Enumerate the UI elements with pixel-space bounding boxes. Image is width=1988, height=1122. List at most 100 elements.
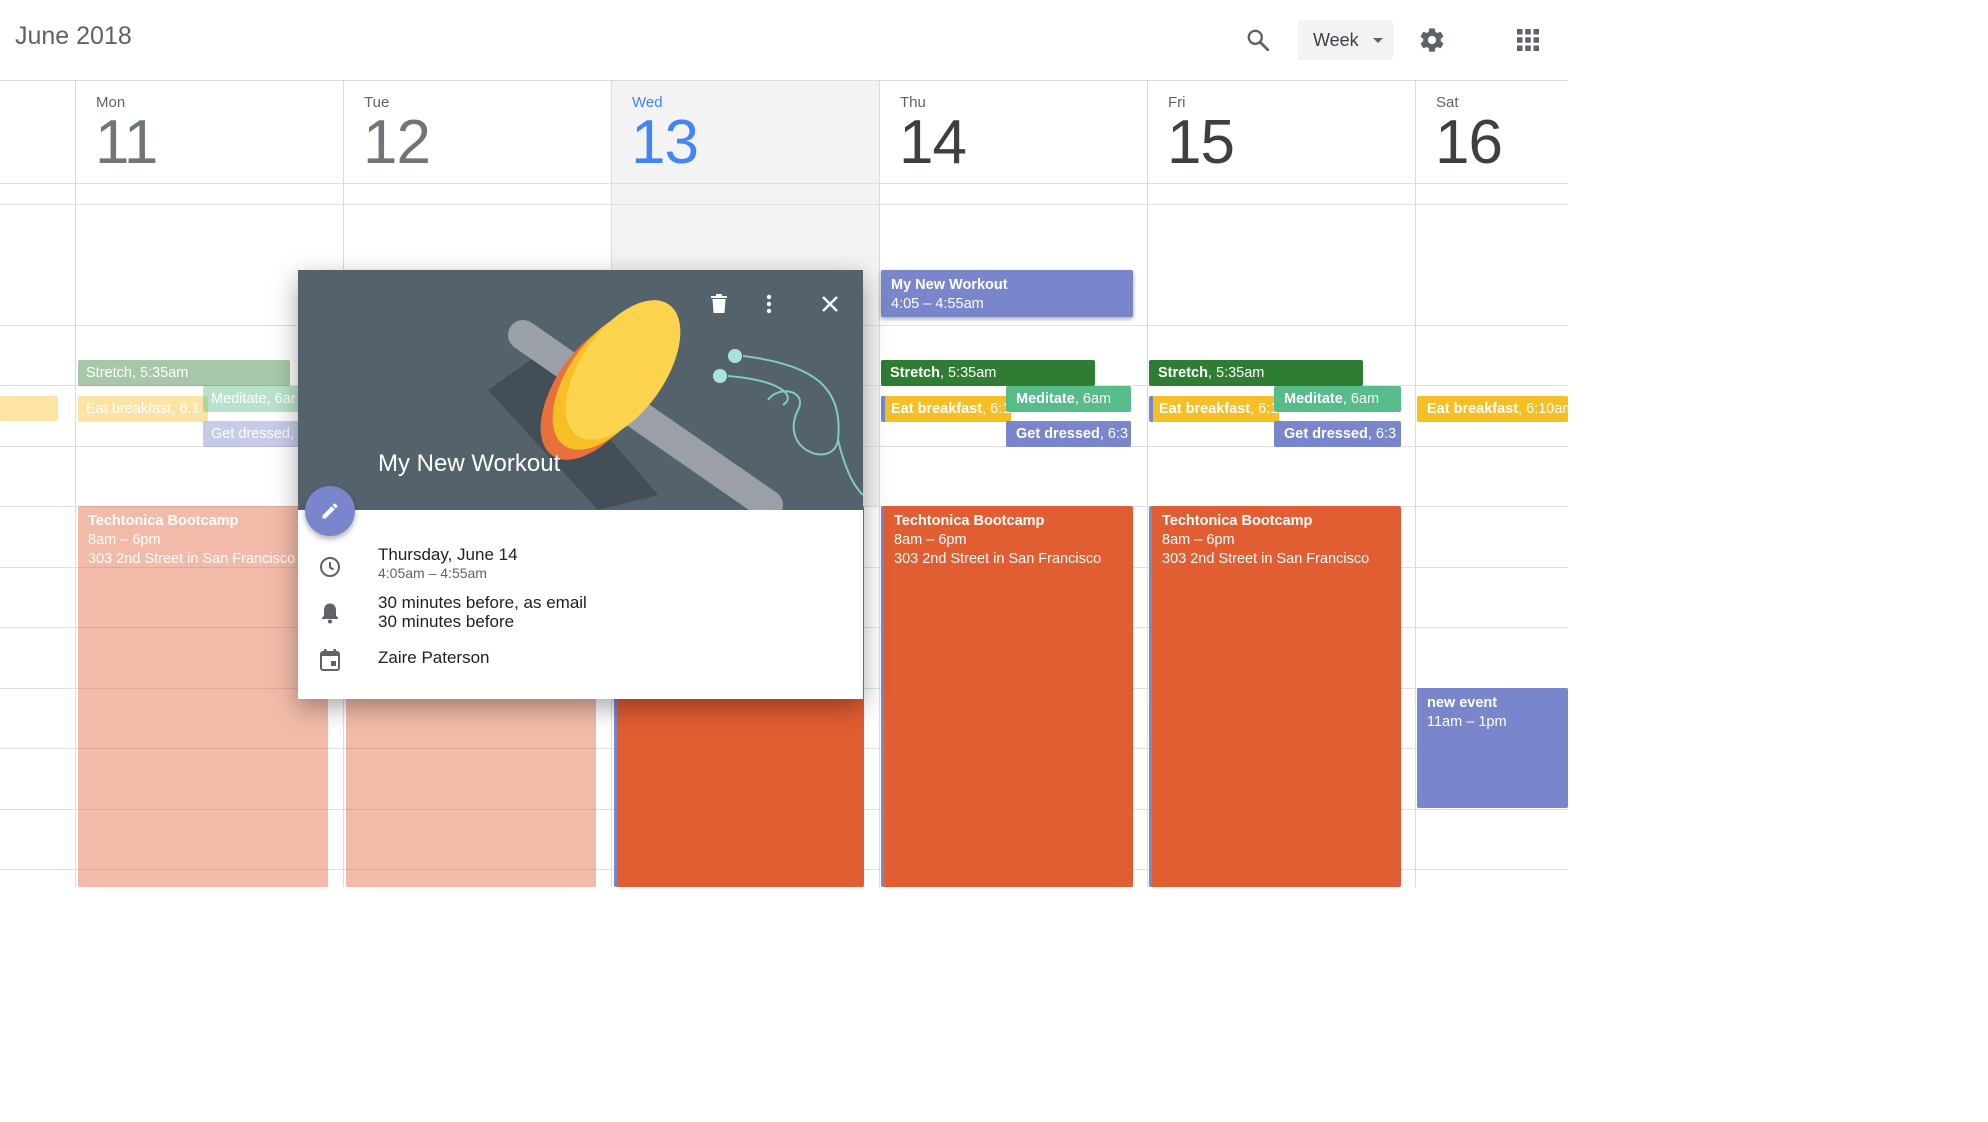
calendar-icon xyxy=(318,648,342,672)
search-button[interactable] xyxy=(1238,20,1278,60)
event-time: , 6:1 xyxy=(171,401,200,417)
event-time: , 6:10am xyxy=(1518,401,1568,417)
day-number: 13 xyxy=(631,108,699,177)
clock-icon xyxy=(318,555,342,579)
event-meditate-mon[interactable]: Meditate, 6ar xyxy=(203,386,303,412)
event-time: 8am – 6pm xyxy=(88,532,161,548)
event-chip-sunday[interactable] xyxy=(0,396,58,421)
event-time: 4:05 – 4:55am xyxy=(891,296,984,312)
event-time: 8am – 6pm xyxy=(894,532,967,548)
reminders-row: 30 minutes before, as email 30 minutes b… xyxy=(298,593,863,633)
event-time-range: 4:05am – 4:55am xyxy=(378,565,487,581)
day-number: 14 xyxy=(899,108,967,177)
event-time: , 6:3 xyxy=(1099,426,1129,442)
hour-line xyxy=(0,204,1568,205)
more-vert-icon xyxy=(766,294,772,314)
event-hero-image: My New Workout xyxy=(298,270,863,510)
day-number: 12 xyxy=(363,108,431,177)
event-detail-popup: My New Workout Thursday, June 14 4:05am … xyxy=(298,270,863,699)
gear-icon xyxy=(1420,28,1444,52)
day-header-thu[interactable]: Thu 14 xyxy=(879,81,1147,183)
day-number: 11 xyxy=(95,108,158,177)
event-title: Get dressed xyxy=(1016,426,1100,442)
delete-icon xyxy=(711,294,727,313)
event-location: 303 2nd Street in San Francisco xyxy=(88,551,296,567)
event-title: new event xyxy=(1427,695,1498,711)
edit-event-button[interactable] xyxy=(305,486,355,536)
event-time: , 5:35am xyxy=(131,365,189,381)
event-time: , 6am xyxy=(1074,391,1112,407)
event-bootcamp-fri[interactable]: Techtonica Bootcamp 8am – 6pm 303 2nd St… xyxy=(1149,506,1401,887)
top-app-bar: June 2018 Week xyxy=(0,0,1568,81)
hour-line xyxy=(0,183,1568,184)
chevron-down-icon xyxy=(1373,38,1383,43)
event-bootcamp-mon[interactable]: Techtonica Bootcamp 8am – 6pm 303 2nd St… xyxy=(78,506,328,887)
event-breakfast-fri[interactable]: Eat breakfast, 6:1 xyxy=(1149,396,1279,422)
event-breakfast-mon[interactable]: Eat breakfast, 6:1 xyxy=(78,396,208,422)
event-time: , 6am xyxy=(1342,391,1380,407)
event-breakfast-sat[interactable]: Eat breakfast, 6:10am xyxy=(1417,396,1568,422)
event-dressed-fri[interactable]: Get dressed, 6:3 xyxy=(1274,421,1401,447)
event-workout-thu[interactable]: My New Workout 4:05 – 4:55am xyxy=(881,270,1133,317)
event-title: Stretch xyxy=(1158,365,1208,381)
month-title: June 2018 xyxy=(15,22,132,50)
bell-icon xyxy=(318,601,342,625)
calendar-owner-row: Zaire Paterson xyxy=(298,646,863,672)
event-date-block: Thursday, June 14 4:05am – 4:55am xyxy=(378,545,518,583)
reminders-block: 30 minutes before, as email 30 minutes b… xyxy=(378,593,587,631)
day-header-mon[interactable]: Mon 11 xyxy=(75,81,343,183)
popup-event-title: My New Workout xyxy=(378,450,561,477)
event-bootcamp-thu[interactable]: Techtonica Bootcamp 8am – 6pm 303 2nd St… xyxy=(881,506,1133,887)
calendar-owner-name: Zaire Paterson xyxy=(378,648,490,667)
event-title: Eat breakfast xyxy=(1159,401,1251,417)
column-divider xyxy=(879,81,880,887)
day-header-sat[interactable]: Sat 16 xyxy=(1415,81,1568,183)
column-divider xyxy=(1147,81,1148,887)
edit-icon xyxy=(322,503,338,519)
apps-grid-icon xyxy=(1517,29,1539,51)
apps-button[interactable] xyxy=(1508,20,1548,60)
event-title: Get dressed xyxy=(1284,426,1368,442)
day-number: 16 xyxy=(1435,108,1503,177)
event-dressed-mon[interactable]: Get dressed, xyxy=(203,421,303,447)
event-title: Eat breakfast xyxy=(86,401,172,417)
event-title: Eat breakfast xyxy=(891,401,983,417)
delete-button[interactable] xyxy=(703,288,735,320)
event-title: Techtonica Bootcamp xyxy=(894,513,1045,529)
day-header-wed[interactable]: Wed 13 xyxy=(611,81,879,183)
column-divider xyxy=(75,81,76,887)
close-icon xyxy=(822,296,838,312)
more-options-button[interactable] xyxy=(753,288,785,320)
event-breakfast-thu[interactable]: Eat breakfast, 6:1 xyxy=(881,396,1011,422)
settings-button[interactable] xyxy=(1412,20,1452,60)
event-title: Meditate xyxy=(1016,391,1075,407)
reminder-popup: 30 minutes before xyxy=(378,612,515,631)
column-divider xyxy=(1415,81,1416,887)
event-meditate-fri[interactable]: Meditate, 6am xyxy=(1274,386,1401,412)
event-time: 11am – 1pm xyxy=(1427,714,1507,730)
event-time: 8am – 6pm xyxy=(1162,532,1235,548)
event-title: Get dressed xyxy=(211,426,290,442)
event-time: , 5:35am xyxy=(1207,365,1265,381)
event-stretch-mon[interactable]: Stretch, 5:35am xyxy=(78,360,290,386)
view-switcher-dropdown[interactable]: Week xyxy=(1298,20,1393,60)
event-location: 303 2nd Street in San Francisco xyxy=(894,551,1102,567)
event-dressed-thu[interactable]: Get dressed, 6:3 xyxy=(1006,421,1131,447)
event-meditate-thu[interactable]: Meditate, 6am xyxy=(1006,386,1131,412)
day-header-fri[interactable]: Fri 15 xyxy=(1147,81,1416,183)
event-stretch-fri[interactable]: Stretch, 5:35am xyxy=(1149,360,1363,386)
reminder-email: 30 minutes before, as email xyxy=(378,593,587,612)
day-header-tue[interactable]: Tue 12 xyxy=(343,81,612,183)
event-location: 303 2nd Street in San Francisco xyxy=(1162,551,1370,567)
event-stretch-thu[interactable]: Stretch, 5:35am xyxy=(881,360,1095,386)
event-time: , 5:35am xyxy=(939,365,997,381)
day-number: 15 xyxy=(1167,108,1235,177)
event-title: Eat breakfast xyxy=(1427,401,1519,417)
event-new-sat[interactable]: new event 11am – 1pm xyxy=(1417,688,1568,808)
event-title: Meditate xyxy=(1284,391,1343,407)
event-title: Stretch xyxy=(890,365,940,381)
event-title: Stretch xyxy=(86,365,132,381)
search-icon xyxy=(1247,29,1270,52)
event-title: Meditate xyxy=(211,391,267,407)
close-button[interactable] xyxy=(814,288,846,320)
